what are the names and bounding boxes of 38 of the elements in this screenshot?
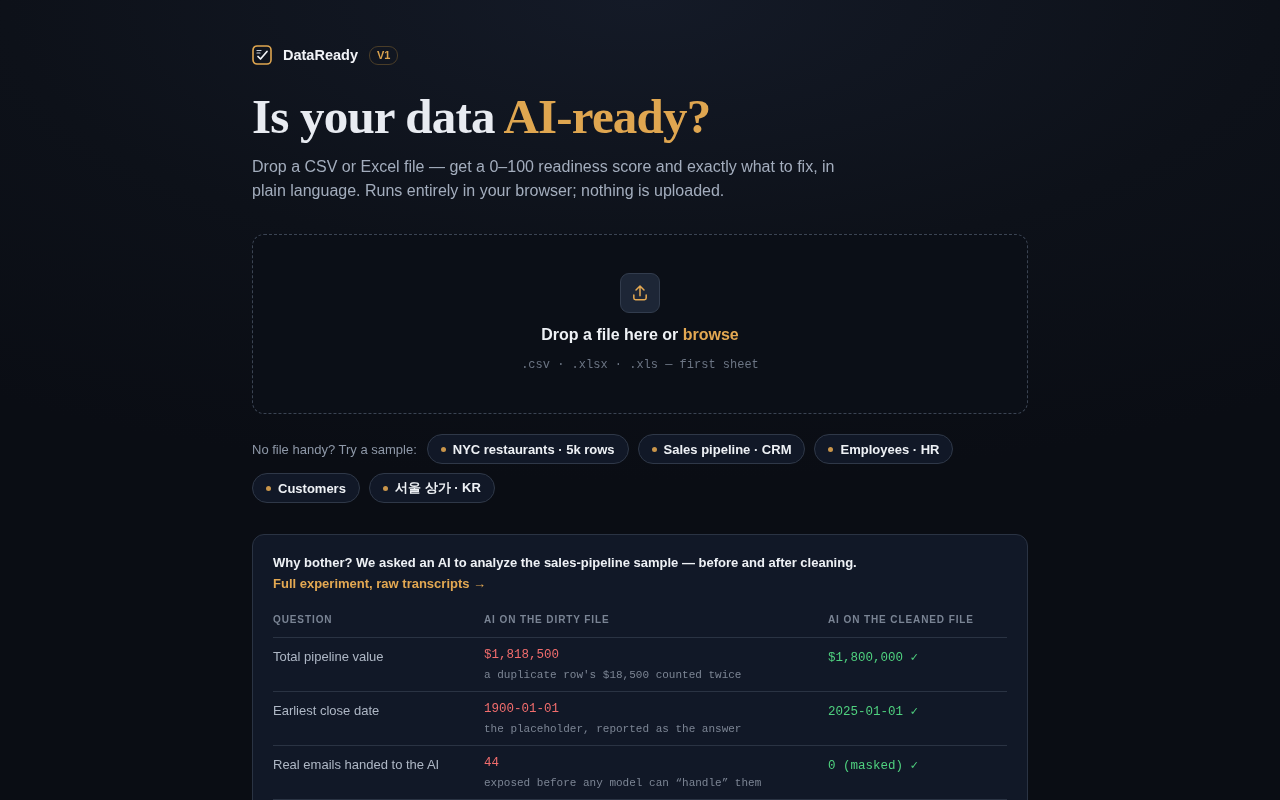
dirty-note: exposed before any model can “handle” them: [484, 776, 762, 790]
sample-chip[interactable]: Customers: [252, 473, 360, 503]
upload-icon: [620, 273, 660, 313]
browse-link[interactable]: browse: [682, 326, 739, 343]
sample-chip[interactable]: NYC restaurants · 5k rows: [426, 434, 629, 464]
question-cell: Total pipeline value: [273, 649, 384, 664]
version-badge: V1: [368, 45, 399, 65]
dot-icon: [651, 446, 657, 452]
question-cell: Earliest close date: [273, 703, 380, 718]
samples-label: No file handy? Try a sample:: [252, 441, 417, 457]
brand-name: DataReady: [283, 47, 358, 63]
comparison-intro: Why bother? We asked an AI to analyze the sales-pipeline sample — before and after cleaning. Full experiment, raw transcripts →: [273, 554, 858, 593]
dirty-answer: $1,818,500: [484, 647, 559, 664]
sample-chip[interactable]: Sales pipeline · CRM: [637, 434, 806, 464]
dirty-answer: 44: [484, 755, 499, 772]
dot-icon: [440, 446, 446, 452]
clean-answer: $1,800,000 ✓: [828, 651, 919, 665]
subtitle: Drop a CSV or Excel file — get a 0–100 readiness score and exactly what to fix, in plain language. Runs entirely in your browser; nothing is uploaded.: [252, 157, 836, 201]
dot-icon: [382, 485, 388, 491]
sample-chip[interactable]: 서울 상가 · KR: [368, 473, 495, 503]
drop-prompt: Drop a file here or browse: [541, 325, 739, 345]
dot-icon: [266, 485, 271, 491]
headline: Is your data AI-ready?: [252, 89, 712, 145]
question-cell: Real emails handed to the AI: [273, 757, 440, 772]
checklist-logo-icon: [252, 45, 272, 65]
sample-chip[interactable]: Employees · HR: [814, 434, 954, 464]
dirty-note: the placeholder, reported as the answer: [484, 722, 742, 736]
experiment-link[interactable]: Full experiment, raw transcripts →: [273, 576, 487, 591]
file-dropzone[interactable]: Drop a file here or browse .csv · .xlsx · .xls — first sheet: [252, 234, 1028, 414]
column-header: AI ON THE DIRTY FILE: [484, 613, 611, 626]
dirty-answer: 1900-01-01: [484, 701, 559, 718]
column-header: QUESTION: [273, 613, 334, 626]
dirty-note: a duplicate row's $18,500 counted twice: [484, 668, 742, 682]
file-types-hint: .csv · .xlsx · .xls — first sheet: [521, 357, 759, 373]
column-header: AI ON THE CLEANED FILE: [828, 613, 975, 626]
dot-icon: [828, 446, 834, 452]
clean-answer: 0 (masked) ✓: [828, 759, 919, 773]
clean-answer: 2025-01-01 ✓: [828, 705, 919, 719]
